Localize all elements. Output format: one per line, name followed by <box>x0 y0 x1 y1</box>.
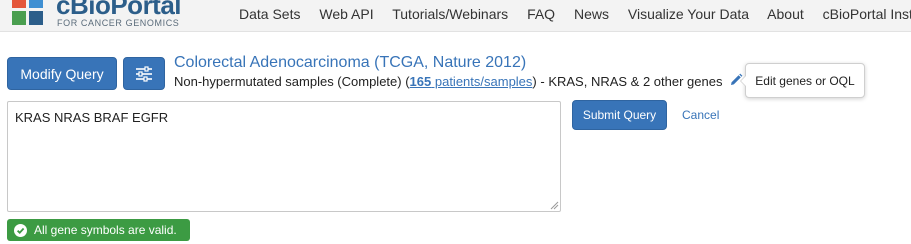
nav-data-sets[interactable]: Data Sets <box>239 6 300 22</box>
validation-message: All gene symbols are valid. <box>34 223 177 237</box>
gene-validation-badge: All gene symbols are valid. <box>7 219 190 241</box>
sample-set-label: Non-hypermutated samples (Complete) ( <box>174 74 410 89</box>
cbioportal-logo-icon[interactable] <box>8 0 48 30</box>
nav-news[interactable]: News <box>574 6 609 22</box>
check-circle-icon <box>14 223 27 237</box>
nav-visualize[interactable]: Visualize Your Data <box>628 6 749 22</box>
gene-list-input[interactable] <box>7 101 561 212</box>
nav-about[interactable]: About <box>767 6 804 22</box>
nav-faq[interactable]: FAQ <box>527 6 555 22</box>
logo-subtext: FOR CANCER GENOMICS <box>57 18 180 28</box>
modify-query-button[interactable]: Modify Query <box>7 57 117 90</box>
patients-samples-link[interactable]: 165 patients/samples <box>410 74 533 89</box>
tooltip-text: Edit genes or OQL <box>755 73 855 88</box>
sample-count: 165 <box>409 74 432 89</box>
sample-count-suffix: patients/samples <box>431 74 533 89</box>
nav-web-api[interactable]: Web API <box>319 6 373 22</box>
query-settings-button[interactable] <box>123 57 165 90</box>
study-title-link[interactable]: Colorectal Adenocarcinoma (TCGA, Nature … <box>174 54 526 72</box>
nav-tutorials[interactable]: Tutorials/Webinars <box>392 6 508 22</box>
cancel-link[interactable]: Cancel <box>682 108 719 122</box>
genes-summary: - KRAS, NRAS & 2 other genes <box>536 74 723 89</box>
nav-installations[interactable]: cBioPortal Installations <box>823 6 911 22</box>
edit-genes-tooltip: Edit genes or OQL <box>740 63 865 98</box>
sliders-icon <box>136 65 152 82</box>
main-nav: Data Sets Web API Tutorials/Webinars FAQ… <box>239 6 911 22</box>
submit-query-button[interactable]: Submit Query <box>572 100 667 130</box>
top-header: cBioPortal FOR CANCER GENOMICS Data Sets… <box>0 0 911 32</box>
study-description: Non-hypermutated samples (Complete) (165… <box>174 74 722 89</box>
resize-handle-icon[interactable] <box>550 201 559 210</box>
